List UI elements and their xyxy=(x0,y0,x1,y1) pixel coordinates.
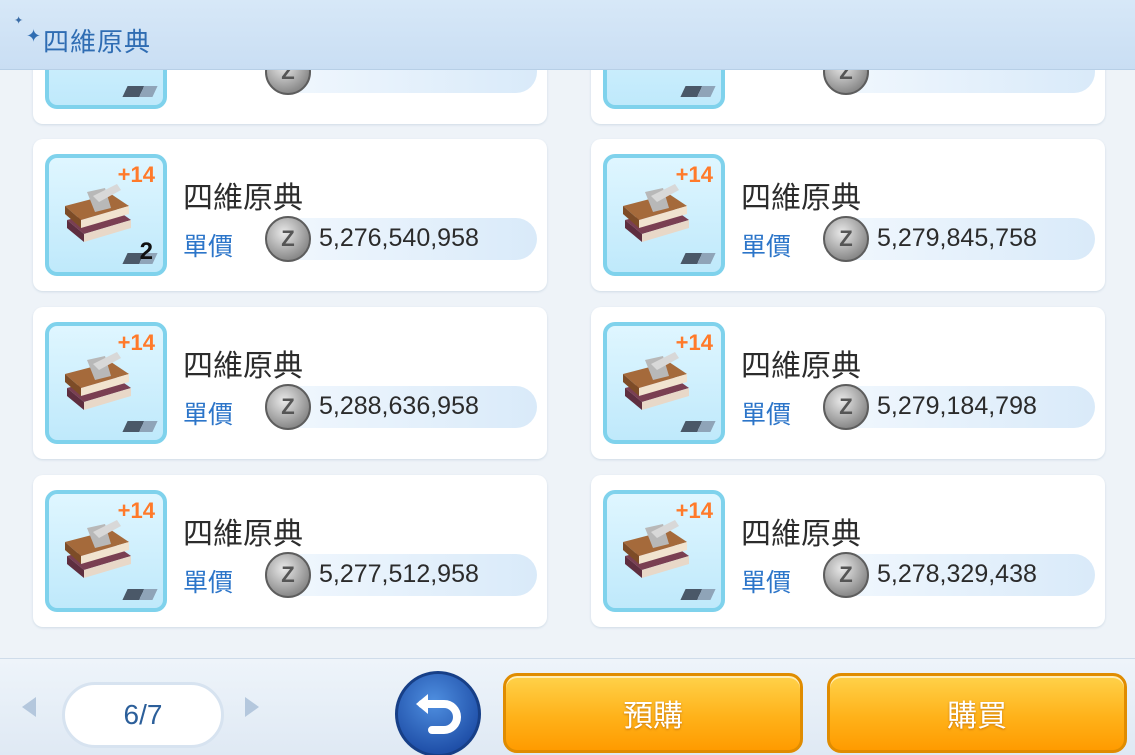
price-label: 單價 xyxy=(183,400,234,429)
list-item[interactable]: Z xyxy=(33,70,547,124)
slot-badge-icon xyxy=(680,421,716,432)
slot-badge-icon xyxy=(680,86,716,97)
slot-badge-icon xyxy=(122,421,158,432)
refine-level: +14 xyxy=(675,162,713,187)
zeny-coin-icon: Z xyxy=(823,70,869,95)
item-price: 5,279,845,758 xyxy=(877,224,1037,252)
slot-badge-icon xyxy=(122,86,158,97)
item-thumbnail: +14 xyxy=(603,322,725,444)
item-thumbnail: +14 xyxy=(45,322,167,444)
list-item[interactable]: +14 四維原典 單價 Z 5,279,184,798 xyxy=(591,307,1105,459)
refine-level: +14 xyxy=(117,498,155,523)
header-bar: ✦ ✦ 四維原典 xyxy=(0,0,1135,70)
item-price: 5,278,329,438 xyxy=(877,560,1037,588)
price-pill: Z 5,288,636,958 xyxy=(265,384,537,430)
item-price: 5,279,184,798 xyxy=(877,392,1037,420)
item-thumbnail: +14 xyxy=(603,490,725,612)
zeny-coin-icon: Z xyxy=(265,216,311,262)
price-pill: Z xyxy=(265,70,537,95)
price-label: 單價 xyxy=(183,568,234,597)
star-icon: ✦ xyxy=(26,26,42,47)
prebuy-button[interactable]: 預購 xyxy=(503,673,803,753)
item-list[interactable]: Z Z +14 2 四維原典 單價 Z 5,276,540,958 +14 四維… xyxy=(0,70,1135,658)
buy-button[interactable]: 購買 xyxy=(827,673,1127,753)
refine-level: +14 xyxy=(117,330,155,355)
slot-badge-icon xyxy=(122,589,158,600)
price-pill: Z 5,279,184,798 xyxy=(823,384,1095,430)
book-icon xyxy=(623,352,689,410)
item-name: 四維原典 xyxy=(741,181,861,216)
slot-badge-icon xyxy=(680,589,716,600)
zeny-coin-icon: Z xyxy=(265,384,311,430)
list-item[interactable]: +14 四維原典 單價 Z 5,288,636,958 xyxy=(33,307,547,459)
next-page-icon[interactable] xyxy=(245,697,259,717)
item-thumbnail xyxy=(45,70,167,109)
refine-level: +14 xyxy=(675,498,713,523)
price-label: 單價 xyxy=(741,232,792,261)
price-pill: Z xyxy=(823,70,1095,95)
refine-level: +14 xyxy=(675,330,713,355)
list-item[interactable]: +14 四維原典 單價 Z 5,278,329,438 xyxy=(591,475,1105,627)
zeny-coin-icon: Z xyxy=(265,70,311,95)
item-thumbnail: +14 xyxy=(603,154,725,276)
return-icon xyxy=(416,694,461,734)
book-icon xyxy=(623,520,689,578)
item-thumbnail: +14 2 xyxy=(45,154,167,276)
price-label: 單價 xyxy=(741,400,792,429)
slot-badge-icon xyxy=(680,253,716,264)
refine-level: +14 xyxy=(117,162,155,187)
price-pill: Z 5,276,540,958 xyxy=(265,216,537,262)
item-thumbnail: +14 xyxy=(45,490,167,612)
price-pill: Z 5,277,512,958 xyxy=(265,552,537,598)
item-name: 四維原典 xyxy=(183,517,303,552)
item-price: 5,276,540,958 xyxy=(319,224,479,252)
zeny-coin-icon: Z xyxy=(823,384,869,430)
back-button[interactable] xyxy=(395,671,481,755)
book-icon xyxy=(65,184,131,242)
book-icon xyxy=(623,184,689,242)
zeny-coin-icon: Z xyxy=(823,552,869,598)
item-name: 四維原典 xyxy=(183,349,303,384)
sparkle-icon: ✦ xyxy=(14,14,24,27)
list-item[interactable]: +14 四維原典 單價 Z 5,277,512,958 xyxy=(33,475,547,627)
item-price: 5,277,512,958 xyxy=(319,560,479,588)
item-name: 四維原典 xyxy=(183,181,303,216)
zeny-coin-icon: Z xyxy=(265,552,311,598)
book-icon xyxy=(65,352,131,410)
item-name: 四維原典 xyxy=(741,517,861,552)
list-item[interactable]: +14 2 四維原典 單價 Z 5,276,540,958 xyxy=(33,139,547,291)
price-label: 單價 xyxy=(183,232,234,261)
footer-bar: 6/7 預購 購買 xyxy=(0,658,1135,755)
item-quantity: 2 xyxy=(139,238,153,265)
price-pill: Z 5,278,329,438 xyxy=(823,552,1095,598)
item-price: 5,288,636,958 xyxy=(319,392,479,420)
page-indicator[interactable]: 6/7 xyxy=(62,682,224,748)
item-name: 四維原典 xyxy=(741,349,861,384)
prev-page-icon[interactable] xyxy=(22,697,36,717)
item-thumbnail xyxy=(603,70,725,109)
list-item[interactable]: +14 四維原典 單價 Z 5,279,845,758 xyxy=(591,139,1105,291)
zeny-coin-icon: Z xyxy=(823,216,869,262)
list-item[interactable]: Z xyxy=(591,70,1105,124)
page-title: 四維原典 xyxy=(43,28,152,58)
price-pill: Z 5,279,845,758 xyxy=(823,216,1095,262)
book-icon xyxy=(65,520,131,578)
page-number: 6/7 xyxy=(123,699,163,730)
price-label: 單價 xyxy=(741,568,792,597)
